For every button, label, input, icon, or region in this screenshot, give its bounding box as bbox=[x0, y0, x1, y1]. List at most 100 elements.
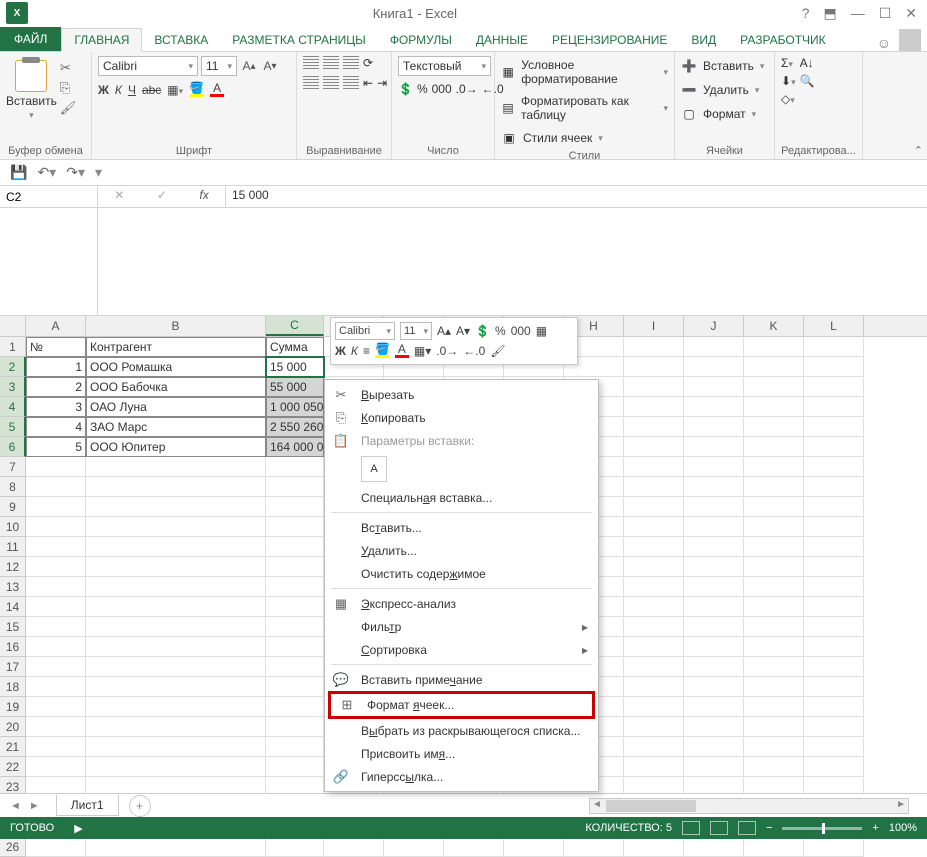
fill-icon[interactable]: ⬇▾ bbox=[781, 74, 796, 88]
cell[interactable] bbox=[744, 657, 804, 677]
row-header[interactable]: 3 bbox=[0, 377, 26, 397]
borders-button[interactable]: ▦▾ bbox=[167, 83, 183, 97]
insert-cells-button[interactable]: ➕Вставить▾ bbox=[681, 56, 764, 76]
cell[interactable]: 55 000 bbox=[266, 377, 324, 397]
sheet-nav-first-icon[interactable]: ◄ bbox=[10, 800, 21, 812]
row-header[interactable]: 22 bbox=[0, 757, 26, 777]
fill-color-button[interactable]: 🪣 bbox=[189, 82, 204, 97]
cell[interactable] bbox=[744, 417, 804, 437]
cell[interactable]: 164 000 025 bbox=[266, 437, 324, 457]
column-header-A[interactable]: A bbox=[26, 316, 86, 336]
cell[interactable] bbox=[804, 697, 864, 717]
cell[interactable] bbox=[804, 397, 864, 417]
cell[interactable] bbox=[624, 737, 684, 757]
align-middle-icon[interactable] bbox=[323, 56, 339, 70]
align-right-icon[interactable] bbox=[343, 76, 359, 90]
autosum-icon[interactable]: Σ▾ bbox=[781, 56, 796, 70]
redo-icon[interactable]: ↷▾ bbox=[66, 164, 85, 181]
cell[interactable] bbox=[266, 497, 324, 517]
chevron-down-icon[interactable]: ▾ bbox=[29, 110, 34, 121]
cell[interactable] bbox=[684, 577, 744, 597]
cell[interactable] bbox=[26, 837, 86, 857]
cell[interactable] bbox=[684, 677, 744, 697]
bold-button[interactable]: Ж bbox=[98, 83, 109, 97]
cell[interactable] bbox=[86, 717, 266, 737]
conditional-formatting-button[interactable]: ▦Условное форматирование▾ bbox=[501, 56, 668, 88]
cell[interactable] bbox=[804, 517, 864, 537]
cell[interactable] bbox=[684, 537, 744, 557]
cell[interactable] bbox=[86, 577, 266, 597]
increase-font-icon[interactable]: A▴ bbox=[240, 57, 258, 75]
format-painter-icon[interactable]: 🖌 bbox=[60, 100, 77, 116]
cell[interactable] bbox=[266, 457, 324, 477]
cell[interactable]: ООО Юпитер bbox=[86, 437, 266, 457]
cell[interactable] bbox=[86, 557, 266, 577]
cell[interactable] bbox=[744, 517, 804, 537]
mini-dec-decimal-icon[interactable]: ←.0 bbox=[463, 344, 485, 358]
cell[interactable] bbox=[86, 517, 266, 537]
zoom-slider[interactable] bbox=[782, 827, 862, 830]
row-header[interactable]: 4 bbox=[0, 397, 26, 417]
cell[interactable] bbox=[624, 337, 684, 357]
cell[interactable] bbox=[684, 437, 744, 457]
align-left-icon[interactable] bbox=[303, 76, 319, 90]
user-avatar[interactable] bbox=[899, 29, 921, 51]
cell[interactable] bbox=[266, 717, 324, 737]
cell[interactable] bbox=[26, 757, 86, 777]
cell[interactable] bbox=[86, 677, 266, 697]
cell[interactable] bbox=[266, 617, 324, 637]
cell[interactable] bbox=[624, 357, 684, 377]
column-header-K[interactable]: K bbox=[744, 316, 804, 336]
row-header[interactable]: 17 bbox=[0, 657, 26, 677]
cell[interactable] bbox=[804, 477, 864, 497]
select-all-corner[interactable] bbox=[0, 316, 26, 336]
sort-filter-icon[interactable]: A↓ bbox=[800, 56, 815, 70]
cell[interactable] bbox=[804, 357, 864, 377]
cell[interactable]: ОАО Луна bbox=[86, 397, 266, 417]
cell[interactable] bbox=[744, 397, 804, 417]
cell[interactable] bbox=[744, 457, 804, 477]
tab-view[interactable]: ВИД bbox=[679, 29, 728, 51]
zoom-out-button[interactable]: − bbox=[766, 822, 772, 834]
customize-qat-icon[interactable]: ▾ bbox=[95, 164, 102, 181]
feedback-icon[interactable]: ☺ bbox=[877, 35, 891, 51]
cm-define-name[interactable]: Присвоить имя... bbox=[325, 742, 598, 765]
decrease-indent-icon[interactable]: ⇤ bbox=[363, 76, 373, 90]
cell[interactable] bbox=[26, 457, 86, 477]
mini-size-dropdown[interactable]: 11▾ bbox=[400, 322, 432, 340]
cell[interactable] bbox=[744, 437, 804, 457]
collapse-ribbon-icon[interactable]: ⌃ bbox=[914, 144, 923, 157]
undo-icon[interactable]: ↶▾ bbox=[37, 164, 56, 181]
cell[interactable]: 15 000 bbox=[266, 357, 324, 377]
cell[interactable] bbox=[26, 717, 86, 737]
cell[interactable] bbox=[504, 837, 564, 857]
cell[interactable] bbox=[624, 757, 684, 777]
mini-accounting-icon[interactable]: 💲 bbox=[475, 324, 490, 338]
cell[interactable]: Контрагент bbox=[86, 337, 266, 357]
mini-decrease-font-icon[interactable]: A▾ bbox=[456, 324, 470, 338]
column-header-C[interactable]: C bbox=[266, 316, 324, 336]
cell[interactable] bbox=[684, 657, 744, 677]
cell[interactable] bbox=[624, 537, 684, 557]
cell[interactable] bbox=[744, 337, 804, 357]
fx-icon[interactable]: fx bbox=[193, 186, 214, 204]
cell[interactable] bbox=[624, 677, 684, 697]
minimize-icon[interactable]: — bbox=[851, 5, 865, 22]
row-header[interactable]: 14 bbox=[0, 597, 26, 617]
mini-bold-button[interactable]: Ж bbox=[335, 344, 346, 358]
cell[interactable] bbox=[804, 597, 864, 617]
paste-button[interactable]: Вставить ▾ bbox=[6, 60, 57, 121]
tab-data[interactable]: ДАННЫЕ bbox=[464, 29, 540, 51]
cell[interactable]: № bbox=[26, 337, 86, 357]
paste-option-default[interactable]: A bbox=[361, 456, 387, 482]
cell[interactable] bbox=[804, 717, 864, 737]
cm-insert-comment[interactable]: 💬Вставить примечание bbox=[325, 668, 598, 691]
cm-clear[interactable]: Очистить содержимое bbox=[325, 562, 598, 585]
cell[interactable] bbox=[26, 557, 86, 577]
cell[interactable] bbox=[804, 617, 864, 637]
row-header[interactable]: 19 bbox=[0, 697, 26, 717]
cell[interactable] bbox=[624, 497, 684, 517]
cell[interactable] bbox=[684, 697, 744, 717]
cell[interactable] bbox=[266, 537, 324, 557]
cell[interactable] bbox=[624, 417, 684, 437]
